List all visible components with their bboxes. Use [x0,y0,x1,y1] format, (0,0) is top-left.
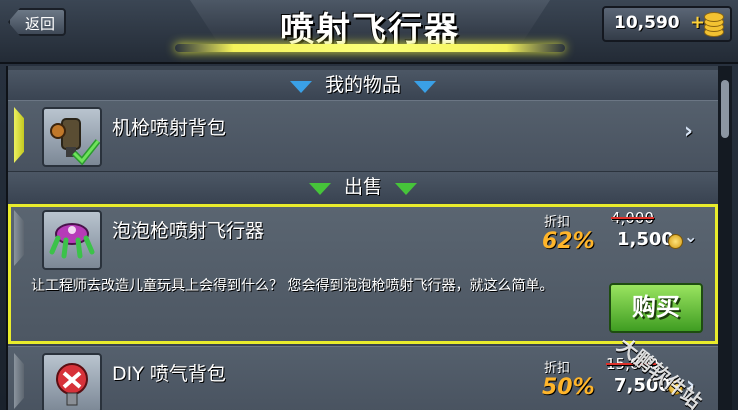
sale-section-header: 出售 [8,172,718,202]
chevron-down-icon[interactable]: ⌄ [684,227,697,246]
jetpack-machinegun-icon [42,107,102,167]
item-description: 让工程师去改造儿童玩具上会得到什么？ 您会得到泡泡枪喷射飞行器，就这么简单。 [31,278,554,294]
scrollbar-thumb[interactable] [721,80,729,138]
item-list-panel: 我的物品 机枪喷射背包 › 出售 泡泡枪喷射飞行器 折扣 62% 4,000 1… [6,66,720,410]
owned-item-row[interactable]: 机枪喷射背包 › [8,100,718,172]
currency-amount: 10,590 [614,13,680,33]
triangle-down-icon [308,182,331,195]
title-glow-bar [175,44,565,52]
discount-value: 50% [542,375,595,400]
item-name: 机枪喷射背包 [112,117,227,139]
triangle-down-icon [289,80,312,93]
sale-section-label: 出售 [343,176,382,198]
discount-value: 62% [542,229,595,254]
bubble-gun-jetpack-icon [42,210,102,270]
sale-item-row[interactable]: DIY 喷气背包 折扣 50% 15,000 7,500 › [8,346,718,410]
tab-marker [14,210,24,266]
game-shop-screen: 返回 喷射飞行器 10,590 + 我的物品 机枪喷射背包 › 出售 泡泡枪喷射… [0,0,738,410]
selected-tab-marker [14,107,24,163]
item-name: 泡泡枪喷射飞行器 [112,220,265,242]
triangle-down-icon [414,80,437,93]
diy-jetpack-icon [42,353,102,410]
owned-section-header: 我的物品 [8,70,718,100]
item-name: DIY 喷气背包 [112,363,226,385]
coin-stack-icon: + [690,11,724,37]
triangle-down-icon [395,182,418,195]
discount-label: 折扣 [544,215,571,230]
old-price: 4,000 [611,209,654,227]
discount-label: 折扣 [544,361,571,376]
price: 1,500 [617,229,674,250]
top-bar: 返回 喷射飞行器 10,590 + [0,0,738,64]
back-button[interactable]: 返回 [8,8,66,36]
owned-section-label: 我的物品 [324,74,401,96]
chevron-right-icon[interactable]: › [684,119,693,144]
sale-item-row-selected[interactable]: 泡泡枪喷射飞行器 折扣 62% 4,000 1,500 ⌄ 让工程师去改造儿童玩… [8,204,718,344]
tab-marker [14,353,24,409]
plus-icon: + [690,12,706,33]
coin-icon [668,234,683,249]
buy-button[interactable]: 购买 [609,283,703,333]
currency-button[interactable]: 10,590 + [602,6,732,42]
scrollbar[interactable] [718,66,732,410]
